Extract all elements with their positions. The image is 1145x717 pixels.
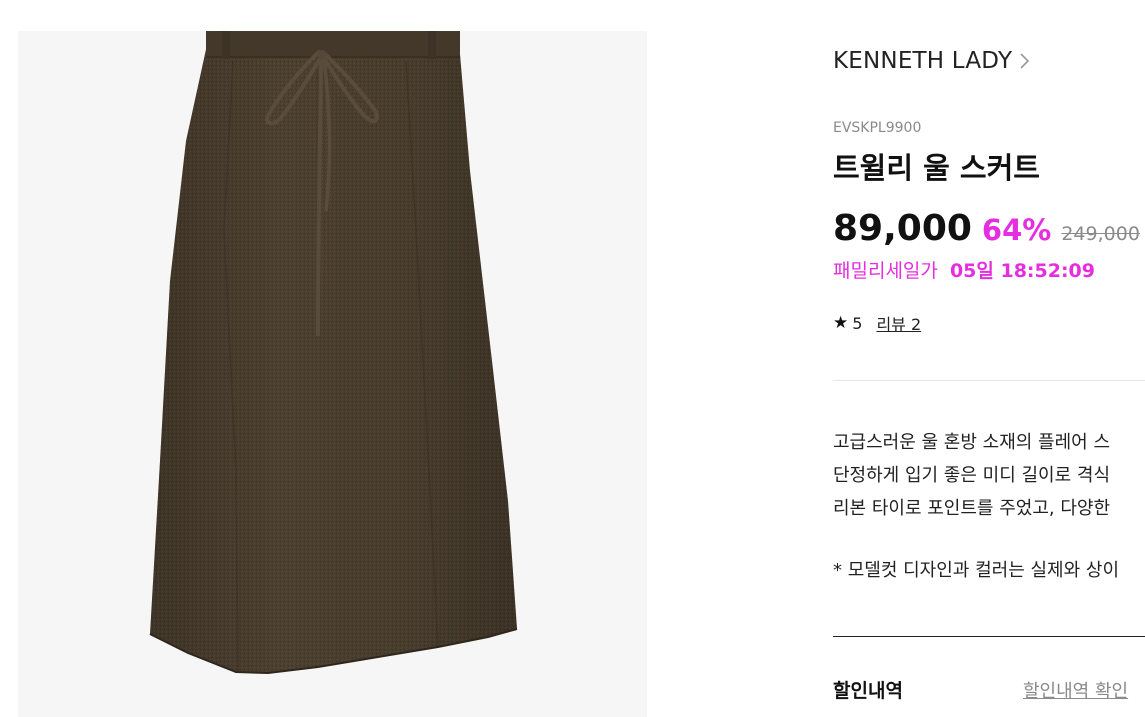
original-price: 249,000: [1061, 223, 1140, 245]
family-sale-label: 패밀리세일가: [833, 260, 938, 282]
family-sale-timer: 패밀리세일가 05일 18:52:09: [833, 256, 1095, 283]
discount-rate: 64%: [981, 213, 1052, 247]
brand-link[interactable]: KENNETH LADY: [833, 48, 1032, 74]
skirt-illustration: [149, 31, 518, 675]
skirt-waistband: [206, 31, 460, 57]
sale-countdown: 05일 18:52:09: [949, 260, 1095, 282]
section-divider: [833, 380, 1145, 381]
product-code: EVSKPL9900: [833, 120, 922, 136]
product-description: 고급스러운 울 혼방 소재의 플레어 스 단정하게 입기 좋은 미디 길이로 격…: [833, 426, 1110, 525]
rating-row: ★ 5 리뷰 2: [833, 311, 921, 335]
product-title: 트윌리 울 스커트: [833, 151, 1040, 185]
chevron-right-icon: [1020, 53, 1030, 69]
brand-name[interactable]: KENNETH LADY: [833, 48, 1012, 74]
sale-price: 89,000: [833, 208, 972, 249]
description-line: 단정하게 입기 좋은 미디 길이로 격식: [833, 465, 1111, 486]
price-row: 89,000 64% 249,000: [833, 208, 1140, 249]
product-info-panel: KENNETH LADY EVSKPL9900 트윌리 울 스커트 89,000…: [833, 0, 1145, 717]
review-link[interactable]: 리뷰 2: [876, 311, 921, 335]
star-icon: ★: [833, 313, 849, 333]
product-image[interactable]: [18, 31, 647, 717]
product-detail-page: KENNETH LADY EVSKPL9900 트윌리 울 스커트 89,000…: [0, 0, 1145, 717]
discount-check-link[interactable]: 할인내역 확인: [1023, 677, 1128, 703]
discount-section: 할인내역 할인내역 확인: [833, 676, 1145, 703]
description-line: 리본 타이로 포인트를 주었고, 다양한: [833, 498, 1111, 519]
model-note: * 모델컷 디자인과 컬러는 실제와 상이: [833, 560, 1120, 581]
discount-section-label: 할인내역: [833, 680, 903, 702]
description-line: 고급스러운 울 혼방 소재의 플레어 스: [833, 432, 1111, 453]
rating-value: 5: [852, 313, 863, 333]
section-divider: [833, 636, 1145, 637]
